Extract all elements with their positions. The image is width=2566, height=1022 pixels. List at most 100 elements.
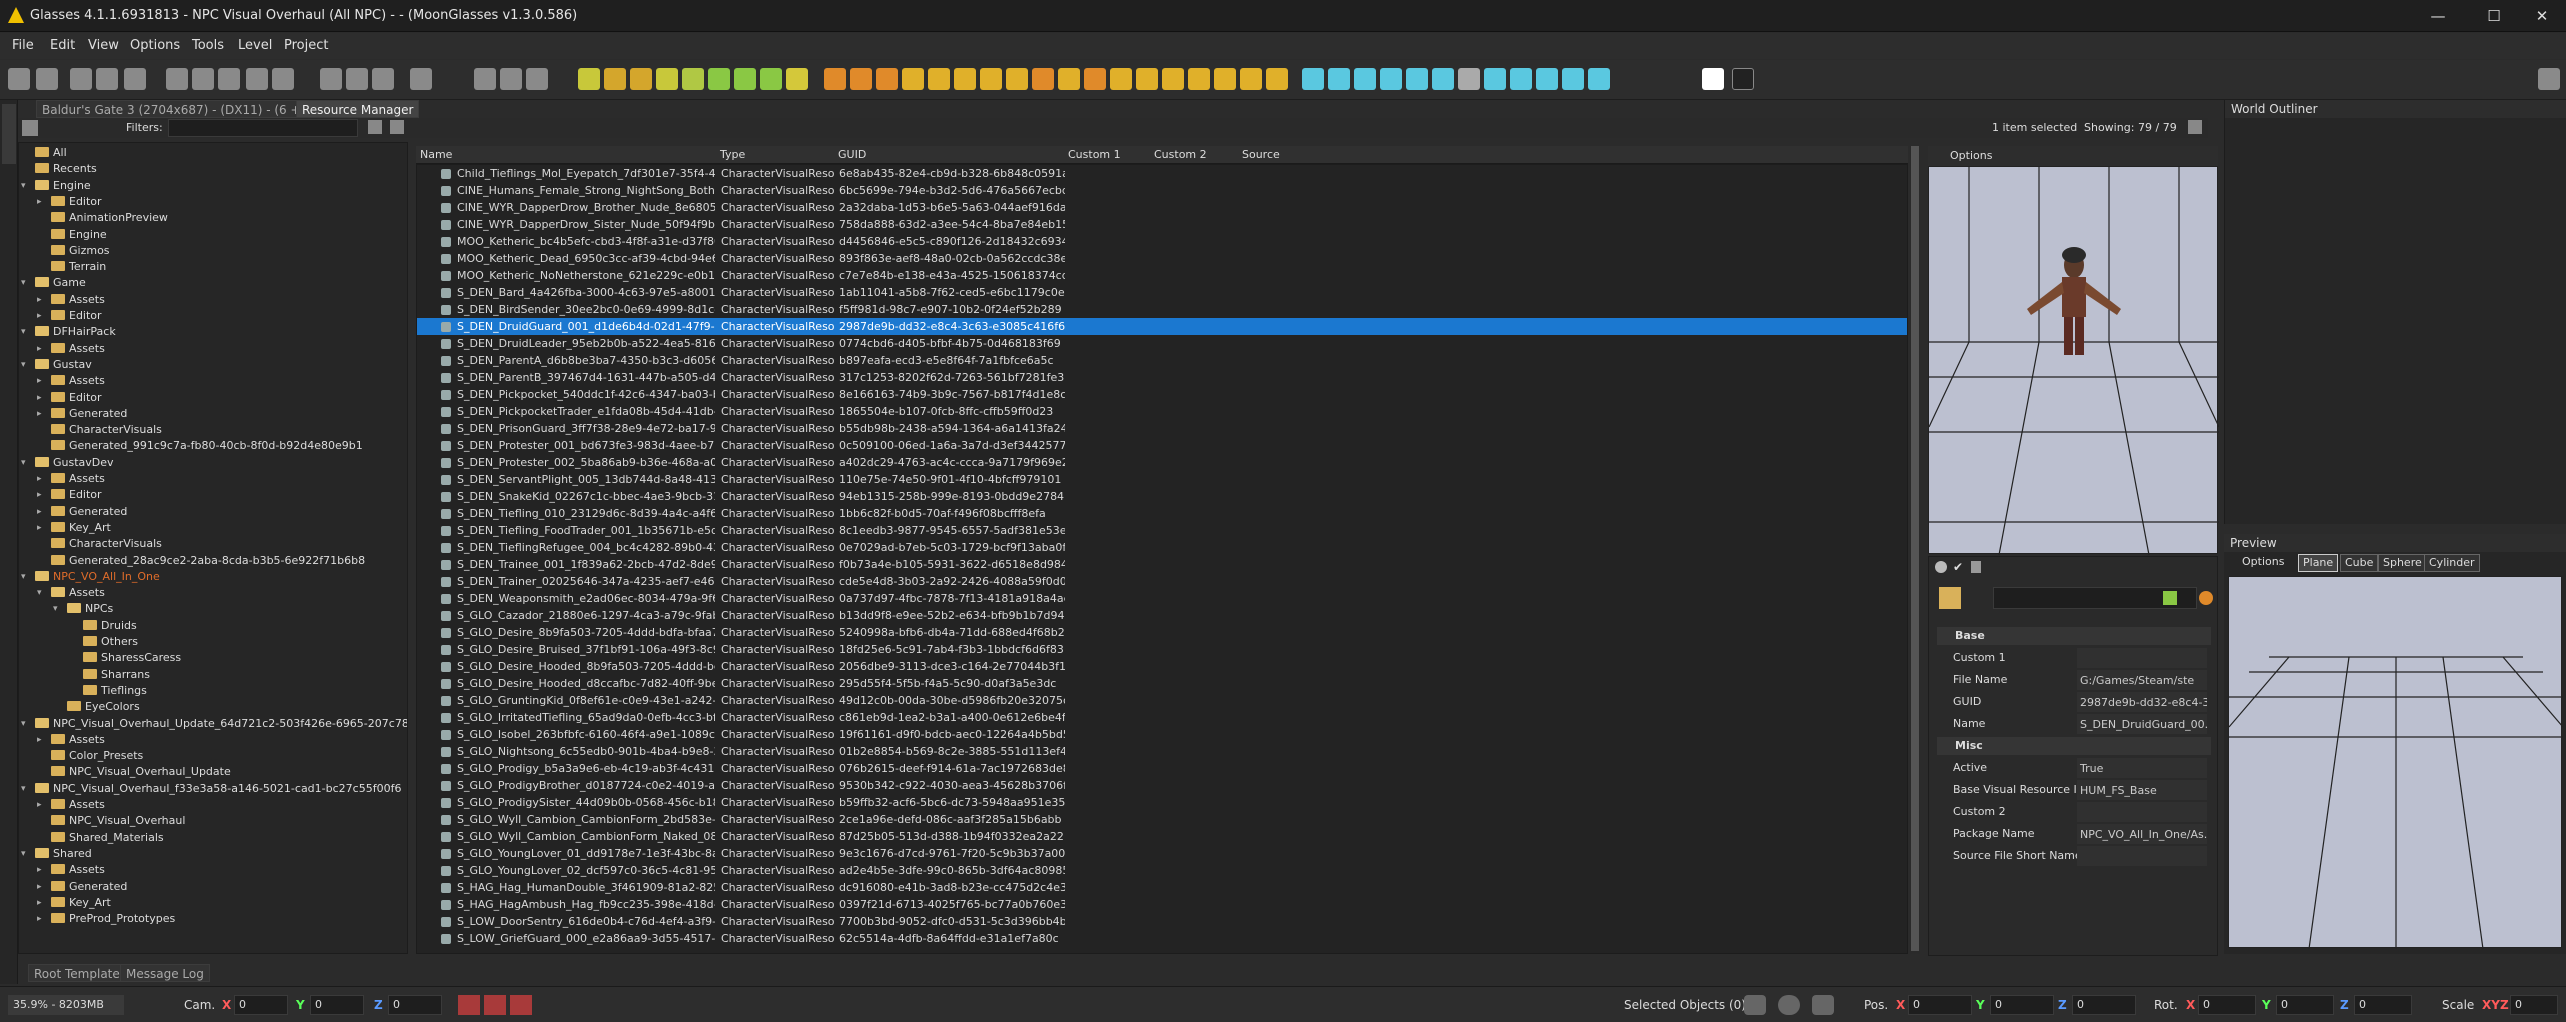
image-icon[interactable] [1162,68,1184,90]
section-misc[interactable]: Misc [1937,737,2211,755]
grid-icon[interactable] [708,68,730,90]
bulb-icon[interactable] [1380,68,1402,90]
property-value[interactable]: HUM_FS_Base [2077,780,2207,800]
chevron-right-icon[interactable]: ▸ [37,373,42,389]
maximize-button[interactable]: ☐ [2474,4,2514,28]
table-row[interactable]: S_DEN_DruidLeader_95eb2b0b-a522-4ea5-816… [417,335,1907,352]
preview-sphere-button[interactable]: Sphere [2378,554,2427,572]
layers-icon[interactable] [346,68,368,90]
table-row[interactable]: MOO_Ketheric_NoNetherstone_621e229c-e0b1… [417,267,1907,284]
table-row[interactable]: S_DEN_ServantPlight_005_13db744d-8a48-41… [417,471,1907,488]
tree-item[interactable]: Gizmos [41,243,110,259]
side-tab[interactable] [2,104,16,164]
gear-icon[interactable] [1110,68,1132,90]
tab-message-log[interactable]: Message Log [120,964,210,982]
tree-item[interactable]: NPC_Visual_Overhaul_Update [41,764,231,780]
tab-resource-manager[interactable]: Resource Manager [296,100,420,118]
view-icon[interactable] [124,68,146,90]
chevron-right-icon[interactable]: ▸ [37,390,42,406]
table-row[interactable]: S_GLO_Desire_8b9fa503-7205-4ddd-bdfa-bfa… [417,624,1907,641]
menu-edit[interactable]: Edit [50,38,75,53]
property-value[interactable] [2077,648,2207,668]
tree-item[interactable]: ▸ Editor [37,194,102,210]
gear-icon[interactable] [1536,68,1558,90]
resource-list[interactable]: Child_Tieflings_Mol_Eyepatch_7df301e7-35… [416,164,1908,954]
tree-item[interactable]: Generated_28ac9ce2-2aba-8cda-b3b5-6e922f… [41,553,365,569]
settings-icon[interactable] [1588,68,1610,90]
chevron-right-icon[interactable]: ▸ [37,471,42,487]
chevron-right-icon[interactable]: ▸ [37,504,42,520]
spark-icon[interactable] [980,68,1002,90]
cam-x-field[interactable]: 0 [234,995,288,1015]
property-row[interactable]: GUID 2987de9b-dd32-e8c4-3c... [1937,691,2211,713]
table-row[interactable]: Child_Tieflings_Mol_Eyepatch_7df301e7-35… [417,165,1907,182]
table-row[interactable]: CINE_WYR_DapperDrow_Sister_Nude_50f94f9b… [417,216,1907,233]
gear-icon[interactable] [1935,561,1947,573]
group-icon[interactable] [410,68,432,90]
path-icon[interactable] [1484,68,1506,90]
table-row[interactable]: S_GLO_IrritatedTiefling_65ad9da0-0efb-4c… [417,709,1907,726]
tree-item[interactable]: Shared_Materials [41,830,164,846]
property-value[interactable] [2077,846,2207,866]
grid-icon[interactable] [1266,68,1288,90]
table-row[interactable]: S_GLO_GruntingKid_0f8ef61e-c0e9-43e1-a24… [417,692,1907,709]
rot-x-field[interactable]: 0 [2198,995,2256,1015]
property-value[interactable]: NPC_VO_All_In_One/As... [2077,824,2207,844]
chevron-down-icon[interactable]: ▾ [21,275,26,291]
redo-icon[interactable] [192,68,214,90]
chevron-down-icon[interactable]: ▾ [21,324,26,340]
fire-icon[interactable] [876,68,898,90]
tree-item[interactable]: ▾ DFHairPack [21,324,116,340]
column-header-guid[interactable]: GUID [838,148,866,161]
tree-item[interactable]: ▾ GustavDev [21,455,114,471]
resize-icon[interactable] [760,68,782,90]
table-row[interactable]: S_DEN_Trainee_001_1f839a62-2bcb-47d2-8de… [417,556,1907,573]
property-value[interactable]: S_DEN_DruidGuard_00... [2077,714,2207,734]
property-row[interactable]: Source File Short Name [1937,845,2211,867]
tab-root-templates[interactable]: Root Templates [28,964,133,982]
trash-icon[interactable] [1562,68,1584,90]
toolbar-extend-icon[interactable] [2538,68,2560,90]
chevron-right-icon[interactable]: ▸ [37,911,42,927]
tree-item[interactable]: ▸ Assets [37,471,105,487]
table-row[interactable]: S_DEN_Weaponsmith_e2ad06ec-8034-479a-9f6… [417,590,1907,607]
tree-item[interactable]: ▸ Assets [37,862,105,878]
flame-icon[interactable] [954,68,976,90]
scrollbar-thumb[interactable] [1911,146,1919,951]
preview-cube-button[interactable]: Cube [2340,554,2379,572]
tree-item[interactable]: ▸ Assets [37,797,105,813]
table-row[interactable]: S_LOW_DoorSentry_616de0b4-c76d-4ef4-a3f9… [417,913,1907,930]
chat-icon[interactable] [1084,68,1106,90]
list-icon[interactable] [272,68,294,90]
table-row[interactable]: S_DEN_BirdSender_30ee2bc0-0e69-4999-8d1c… [417,301,1907,318]
pin-icon[interactable] [458,995,480,1015]
moon-icon[interactable] [1732,68,1754,90]
chevron-down-icon[interactable]: ▾ [21,455,26,471]
property-row[interactable]: Custom 2 [1937,801,2211,823]
star-icon[interactable] [656,68,678,90]
table-row[interactable]: S_GLO_Nightsong_6c55edb0-901b-4ba4-b9e8-… [417,743,1907,760]
table-row[interactable]: S_DEN_ParentA_d6b8be3ba7-4350-b3c3-d6056… [417,352,1907,369]
tree-item[interactable]: ▸ Generated [37,406,127,422]
brush-icon[interactable] [1032,68,1054,90]
table-row[interactable]: S_GLO_Desire_Hooded_8b9fa503-7205-4ddd-b… [417,658,1907,675]
tree-item[interactable]: ▸ Assets [37,732,105,748]
brush-icon[interactable] [320,68,342,90]
lamp-icon[interactable] [1006,68,1028,90]
menu-file[interactable]: File [12,38,34,53]
chevron-down-icon[interactable]: ▾ [21,716,26,732]
undo-icon[interactable] [166,68,188,90]
chevron-right-icon[interactable]: ▸ [37,308,42,324]
tree-item[interactable]: ▸ Generated [37,504,127,520]
table-row[interactable]: S_DEN_Tiefling_010_23129d6c-8d39-4a4c-a4… [417,505,1907,522]
tree-item[interactable]: ▾ NPC_Visual_Overhaul_Update_64d721c2-503… [21,716,407,732]
table-row[interactable]: S_DEN_Bard_4a426fba-3000-4c63-97e5-a8001… [417,284,1907,301]
d-icon[interactable] [1458,68,1480,90]
new-icon[interactable] [70,68,92,90]
tree-item[interactable]: ▸ PreProd_Prototypes [37,911,175,927]
table-row[interactable]: S_DEN_DruidGuard_001_d1de6b4d-02d1-47f9-… [417,318,1907,335]
property-value[interactable] [2077,802,2207,822]
table-row[interactable]: S_LOW_GriefGuard_000_e2a86aa9-3d55-4517-… [417,930,1907,947]
column-header-name[interactable]: Name [420,148,452,161]
snap-icon[interactable] [510,995,532,1015]
